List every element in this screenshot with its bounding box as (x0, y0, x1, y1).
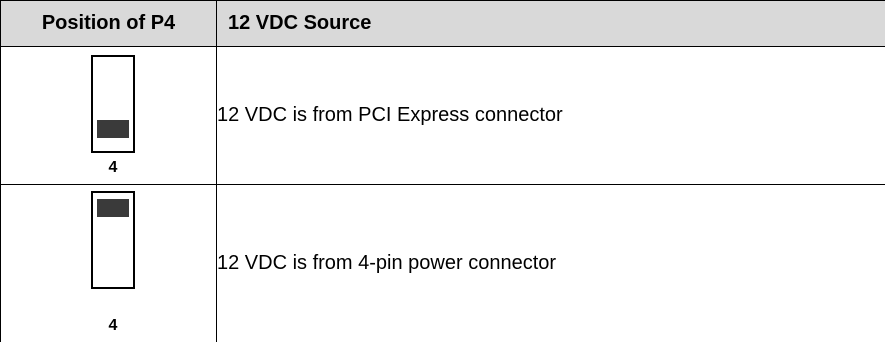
header-row: Position of P4 12 VDC Source (0, 0, 885, 47)
table-row: 4 12 VDC is from PCI Express connector (0, 46, 885, 185)
jumper-switch-icon (91, 55, 135, 153)
jumper-switch-icon (91, 191, 135, 289)
header-12vdc-source: 12 VDC Source (216, 0, 885, 47)
jumper-settings-table: Position of P4 12 VDC Source 4 12 VDC is… (0, 0, 885, 342)
jumper-position-cell: 4 (0, 46, 217, 185)
jumper-cap-bottom (97, 120, 129, 138)
table-row: 4 12 VDC is from 4-pin power connector (0, 184, 885, 342)
jumper-position-cell: 4 (0, 184, 217, 342)
source-description: 12 VDC is from PCI Express connector (216, 46, 885, 185)
jumper-cap-top (97, 199, 129, 217)
jumper-pin-label: 4 (108, 317, 118, 334)
source-description: 12 VDC is from 4-pin power connector (216, 184, 885, 342)
jumper-pin-label: 4 (108, 159, 118, 176)
header-position-of-p4: Position of P4 (0, 0, 217, 47)
